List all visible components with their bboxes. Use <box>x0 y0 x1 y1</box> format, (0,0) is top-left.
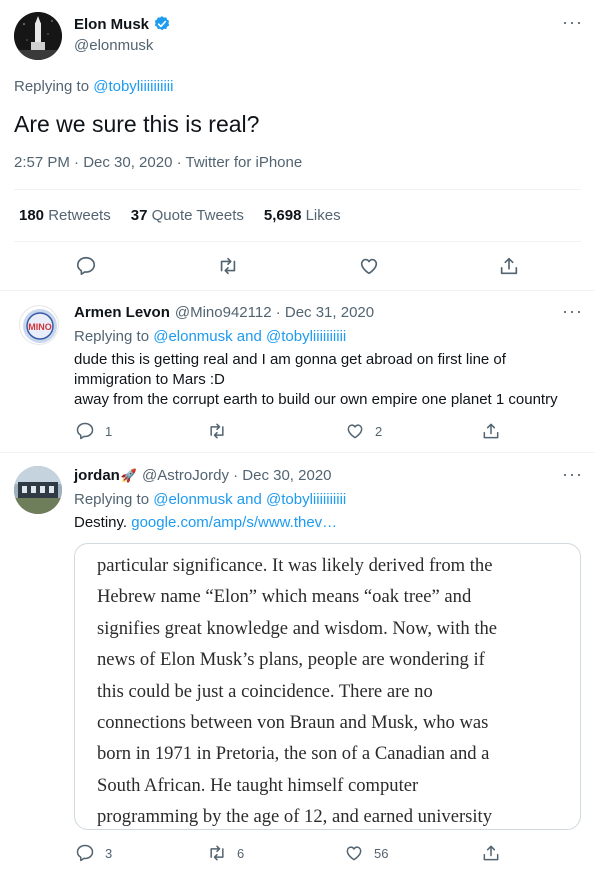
more-options-icon[interactable]: ··· <box>562 12 583 33</box>
tweet-meta[interactable]: 2:57 PM · Dec 30, 2020 · Twitter for iPh… <box>14 154 302 171</box>
avatar-logo-text: MINO <box>28 322 52 332</box>
like-button[interactable] <box>358 255 378 275</box>
avatar[interactable]: MINO <box>19 305 59 345</box>
likes-count: 5,698 <box>263 207 302 224</box>
replying-to-link[interactable]: @elonmusk and @tobyliiiiiiiiii <box>153 491 346 508</box>
quote-tweets-stat[interactable]: 37 Quote Tweets <box>131 207 244 224</box>
reply-link[interactable]: google.com/amp/s/www.thev… <box>131 514 337 531</box>
retweet-button[interactable] <box>207 421 237 441</box>
replying-prefix: Replying to <box>14 78 94 95</box>
reply-text-line: dude this is getting real and I am gonna… <box>74 351 506 368</box>
share-button[interactable] <box>481 421 501 441</box>
replying-prefix: Replying to <box>74 328 154 345</box>
heart-icon <box>344 843 364 863</box>
tweet-stats: 180 Retweets 37 Quote Tweets 5,698 Likes <box>19 207 341 224</box>
reply-icon <box>75 421 95 441</box>
more-options-icon[interactable]: ··· <box>562 301 583 322</box>
author-name[interactable]: jordan <box>74 467 120 484</box>
like-count: 2 <box>375 423 383 439</box>
author-name[interactable]: Armen Levon <box>74 304 170 321</box>
like-button[interactable]: 2 <box>345 421 382 441</box>
share-icon <box>481 421 501 441</box>
divider <box>14 189 581 190</box>
like-button[interactable]: 56 <box>344 843 388 863</box>
quote-tweets-label: Quote Tweets <box>147 207 244 224</box>
replying-to: Replying to @elonmusk and @tobyliiiiiiii… <box>74 491 346 508</box>
replying-to-link[interactable]: @elonmusk and @tobyliiiiiiiiii <box>153 328 346 345</box>
retweet-icon <box>207 843 227 863</box>
reply-text-body: Destiny. <box>74 514 132 531</box>
article-text: particular significance. It was likely d… <box>97 555 498 828</box>
retweet-icon <box>217 255 237 275</box>
replying-to-link[interactable]: @tobyliiiiiiiiii <box>93 78 173 95</box>
reply-text: dude this is getting real and I am gonna… <box>74 350 584 410</box>
tweet-text: Are we sure this is real? <box>14 111 260 137</box>
author-name[interactable]: Elon Musk <box>74 16 149 33</box>
more-options-icon[interactable]: ··· <box>562 464 583 485</box>
avatar[interactable] <box>14 466 62 514</box>
reply-text: Destiny. google.com/amp/s/www.thev… <box>74 514 337 531</box>
reply-button[interactable]: 3 <box>75 843 112 863</box>
heart-icon <box>358 255 378 275</box>
avatar[interactable] <box>14 12 62 60</box>
author-handle-date[interactable]: @AstroJordy · Dec 30, 2020 <box>142 467 331 484</box>
reply-count: 1 <box>105 423 113 439</box>
replying-prefix: Replying to <box>74 491 154 508</box>
share-icon <box>498 255 518 275</box>
divider <box>0 452 595 453</box>
retweet-button[interactable] <box>217 255 237 275</box>
author-handle[interactable]: @elonmusk <box>74 37 153 54</box>
reply-icon <box>75 843 95 863</box>
rocket-icon: 🚀 <box>120 468 138 483</box>
divider <box>14 241 581 242</box>
attached-image[interactable]: particular significance. It was likely d… <box>74 543 581 830</box>
reply-icon <box>75 255 96 276</box>
verified-badge-icon <box>153 15 171 33</box>
heart-icon <box>345 421 365 441</box>
share-button[interactable] <box>481 843 501 863</box>
reply-text-line: immigration to Mars :D <box>74 371 225 388</box>
retweets-stat[interactable]: 180 Retweets <box>19 207 111 224</box>
retweets-label: Retweets <box>44 207 111 224</box>
author-handle-date[interactable]: @Mino942112 · Dec 31, 2020 <box>175 304 374 321</box>
likes-label: Likes <box>301 207 341 224</box>
like-count: 56 <box>374 845 389 861</box>
reply-button[interactable] <box>75 255 96 276</box>
replying-to: Replying to @tobyliiiiiiiiii <box>14 78 173 95</box>
retweet-count: 6 <box>237 845 245 861</box>
reply-button[interactable]: 1 <box>75 421 112 441</box>
divider <box>0 290 595 291</box>
retweet-button[interactable]: 6 <box>207 843 244 863</box>
quote-tweets-count: 37 <box>130 207 148 224</box>
share-icon <box>481 843 501 863</box>
share-button[interactable] <box>498 255 518 275</box>
reply-count: 3 <box>105 845 113 861</box>
retweet-icon <box>207 421 227 441</box>
likes-stat[interactable]: 5,698 Likes <box>264 207 341 224</box>
reply-text-line: away from the corrupt earth to build our… <box>74 391 558 408</box>
replying-to: Replying to @elonmusk and @tobyliiiiiiii… <box>74 328 346 345</box>
retweets-count: 180 <box>19 207 45 224</box>
